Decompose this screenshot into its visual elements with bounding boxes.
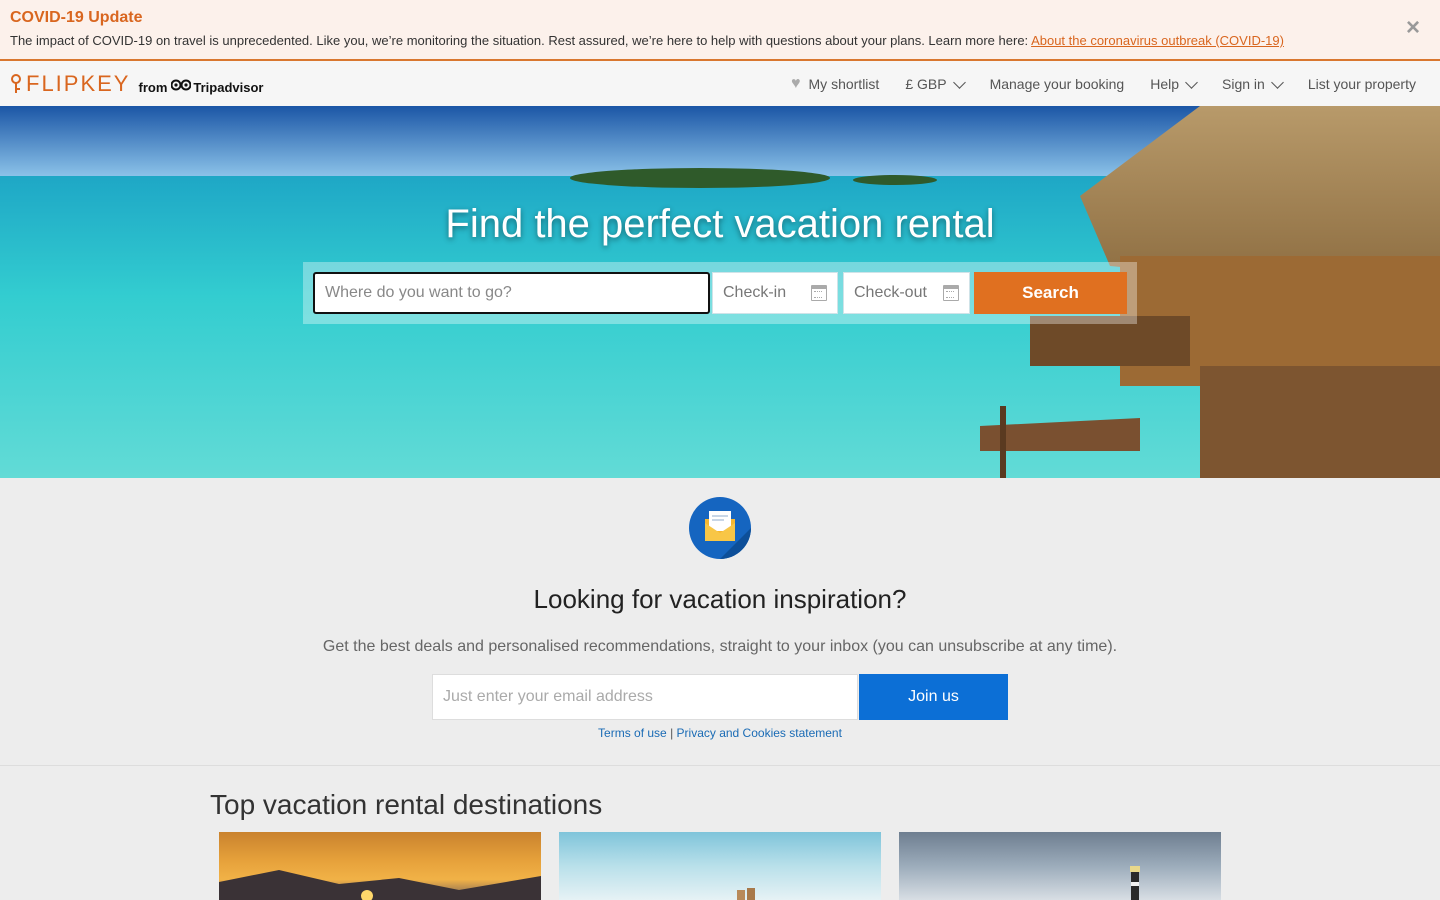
chevron-down-icon	[1185, 75, 1198, 89]
search-form: Check-in Check-out Search	[303, 262, 1137, 324]
nav-signin[interactable]: Sign in	[1222, 75, 1284, 92]
newsletter-subtitle: Get the best deals and personalised reco…	[322, 638, 1118, 655]
legal-separator: |	[666, 726, 677, 740]
flipkey-logo[interactable]: FLIPKEY from Tripadvisor	[10, 71, 263, 97]
destination-card[interactable]	[219, 832, 541, 900]
destination-input[interactable]	[313, 272, 710, 314]
nav-list-property[interactable]: List your property	[1308, 76, 1416, 92]
covid-title: COVID-19 Update	[10, 9, 143, 26]
sunset-image	[219, 870, 541, 900]
email-input[interactable]	[432, 674, 858, 720]
logo-wordmark: FLIPKEY	[26, 71, 131, 96]
nav-help-label: Help	[1150, 75, 1180, 92]
envelope-icon	[689, 497, 751, 559]
terms-link[interactable]: Terms of use	[598, 726, 667, 740]
privacy-link[interactable]: Privacy and Cookies statement	[677, 726, 842, 740]
checkin-field[interactable]: Check-in	[712, 272, 838, 314]
nav-help[interactable]: Help	[1150, 75, 1198, 92]
chevron-down-icon	[952, 75, 966, 89]
covid-text-body: The impact of COVID-19 on travel is unpr…	[10, 33, 1032, 48]
logo-tripadvisor: Tripadvisor	[193, 79, 264, 95]
city-image	[737, 888, 755, 900]
destinations-title: Top vacation rental destinations	[210, 789, 603, 820]
nav-currency[interactable]: £ GBP	[905, 75, 966, 92]
nav-currency-label: £ GBP	[905, 75, 947, 92]
destination-card[interactable]	[559, 832, 881, 900]
nav-manage-booking[interactable]: Manage your booking	[990, 76, 1125, 92]
covid-text: The impact of COVID-19 on travel is unpr…	[10, 33, 1430, 49]
legal-links: Terms of use | Privacy and Cookies state…	[0, 726, 1440, 740]
logo-from: from	[138, 79, 168, 95]
calendar-icon	[943, 285, 959, 301]
close-icon[interactable]: ×	[1406, 16, 1420, 40]
newsletter-title: Looking for vacation inspiration?	[533, 584, 907, 614]
heart-icon: ♥	[791, 74, 801, 92]
tripadvisor-owl-icon	[170, 78, 192, 96]
checkout-label: Check-out	[854, 284, 927, 301]
site-header: FLIPKEY from Tripadvisor ♥ My shortlist £…	[0, 61, 1440, 106]
newsletter-section: Looking for vacation inspiration? Get th…	[0, 478, 1440, 766]
nav-shortlist-label: My shortlist	[808, 75, 880, 92]
covid-banner: COVID-19 Update The impact of COVID-19 o…	[0, 0, 1440, 61]
nav-signin-label: Sign in	[1222, 75, 1265, 92]
top-nav: ♥ My shortlist £ GBP Manage your booking …	[791, 61, 1416, 106]
calendar-icon	[811, 285, 827, 301]
checkin-label: Check-in	[723, 284, 787, 301]
covid-info-link[interactable]: About the coronavirus outbreak (COVID-19…	[1031, 33, 1284, 48]
nav-shortlist[interactable]: ♥ My shortlist	[791, 75, 879, 93]
hero-title: Find the perfect vacation rental	[445, 202, 995, 246]
lighthouse-image	[1130, 866, 1140, 900]
checkout-field[interactable]: Check-out	[843, 272, 970, 314]
chevron-down-icon	[1270, 75, 1284, 89]
search-button[interactable]: Search	[974, 272, 1127, 314]
key-icon	[10, 74, 22, 94]
join-button[interactable]: Join us	[859, 674, 1008, 720]
hero-banner: Find the perfect vacation rental Check-i…	[0, 106, 1440, 478]
destination-card[interactable]	[899, 832, 1221, 900]
